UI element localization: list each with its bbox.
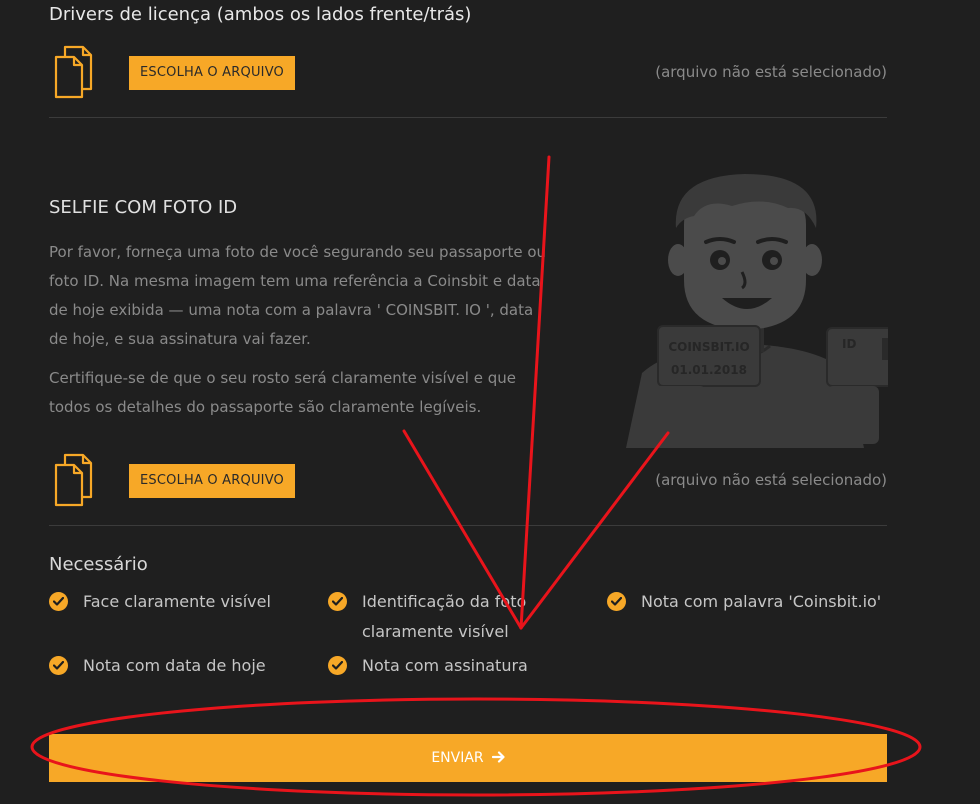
check-circle-icon [49,656,68,675]
selfie-section-title: SELFIE COM FOTO ID [49,197,238,218]
selfie-choose-file-button[interactable]: ESCOLHA O ARQUIVO [129,464,295,498]
documents-icon [53,453,93,507]
submit-button[interactable]: ENVIAR [49,734,887,782]
section-divider [49,525,887,526]
illustration-note-date: 01.01.2018 [671,363,747,377]
submit-label: ENVIAR [431,749,484,766]
requirement-text: Face claramente visível [83,592,271,611]
documents-icon [53,45,93,99]
requirement-text: Nota com palavra 'Coinsbit.io' [641,592,882,611]
license-upload-row: ESCOLHA O ARQUIVO (arquivo não está sele… [49,45,887,105]
requirement-text: Identificação da foto claramente visível [362,592,527,641]
selfie-file-status: (arquivo não está selecionado) [655,471,887,489]
requirement-item: Nota com data de hoje [49,651,319,681]
selfie-legibility-note: Certifique-se de que o seu rosto será cl… [49,369,516,416]
license-choose-file-button[interactable]: ESCOLHA O ARQUIVO [129,56,295,90]
section-divider [49,117,887,118]
selfie-upload-row: ESCOLHA O ARQUIVO (arquivo não está sele… [49,453,887,513]
requirement-text: Nota com assinatura [362,656,528,675]
requirement-item: Face claramente visível [49,587,319,617]
license-section-title: Drivers de licença (ambos os lados frent… [49,4,472,25]
selfie-illustration: COINSBIT.IO 01.01.2018 ID [602,168,904,448]
check-circle-icon [49,592,68,611]
check-circle-icon [328,592,347,611]
arrow-right-icon [491,750,505,767]
requirement-item: Nota com palavra 'Coinsbit.io' [607,587,887,617]
requirements-title: Necessário [49,554,148,575]
license-file-status: (arquivo não está selecionado) [655,63,887,81]
requirement-text: Nota com data de hoje [83,656,266,675]
verification-form: Drivers de licença (ambos os lados frent… [49,0,904,804]
illustration-id-label: ID [842,337,856,351]
check-circle-icon [607,592,626,611]
requirement-item: Nota com assinatura [328,651,598,681]
check-circle-icon [328,656,347,675]
requirement-item: Identificação da foto claramente visível [328,587,528,647]
illustration-note-brand: COINSBIT.IO [668,340,749,354]
selfie-instructions: Por favor, forneça uma foto de você segu… [49,243,547,348]
